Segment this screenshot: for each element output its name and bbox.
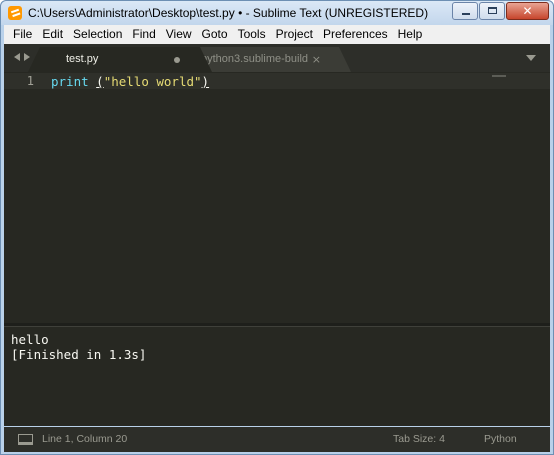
cursor-position[interactable]: Line 1, Column 20 — [42, 433, 127, 445]
menu-find[interactable]: Find — [127, 25, 160, 44]
menu-project[interactable]: Project — [271, 25, 318, 44]
status-bar: Line 1, Column 20 Tab Size: 4 Python — [4, 427, 550, 452]
menu-file[interactable]: File — [8, 25, 37, 44]
minimize-button[interactable] — [452, 2, 478, 20]
paren-token: ( — [96, 74, 104, 89]
panel-toggle-icon[interactable] — [18, 434, 33, 445]
minimize-icon — [462, 13, 470, 15]
tab-bar: python3.sublime-build × test.py — [4, 44, 550, 72]
minimap[interactable] — [492, 75, 506, 77]
string-token: "hello world" — [103, 74, 202, 89]
unsaved-dot-icon[interactable] — [174, 57, 180, 63]
tab-test-py[interactable]: test.py — [28, 47, 212, 72]
menu-bar: File Edit Selection Find View Goto Tools… — [4, 25, 550, 44]
menu-goto[interactable]: Goto — [197, 25, 233, 44]
tab-prev-icon[interactable] — [14, 53, 20, 61]
output-line: [Finished in 1.3s] — [11, 347, 147, 362]
tab-close-icon[interactable]: × — [312, 47, 321, 72]
menu-preferences[interactable]: Preferences — [318, 25, 393, 44]
sublime-text-icon — [8, 6, 22, 20]
menu-view[interactable]: View — [161, 25, 197, 44]
menu-selection[interactable]: Selection — [68, 25, 127, 44]
output-text: hello [Finished in 1.3s] — [11, 332, 146, 362]
paren-token: ) — [201, 74, 210, 89]
code-editor[interactable]: 1 print ("hello world") — [4, 72, 550, 323]
tab-size-indicator[interactable]: Tab Size: 4 — [393, 433, 445, 445]
menu-edit[interactable]: Edit — [37, 25, 68, 44]
sublime-window: C:\Users\Administrator\Desktop\test.py •… — [0, 0, 554, 455]
close-icon: ✕ — [522, 4, 533, 18]
build-output-panel[interactable]: hello [Finished in 1.3s] — [4, 326, 550, 426]
tab-label: python3.sublime-build — [201, 53, 309, 65]
title-bar[interactable]: C:\Users\Administrator\Desktop\test.py •… — [1, 1, 553, 25]
line-number: 1 — [26, 74, 34, 88]
maximize-icon — [488, 7, 497, 14]
output-line: hello — [11, 332, 49, 347]
close-button[interactable]: ✕ — [506, 2, 549, 20]
window-title: C:\Users\Administrator\Desktop\test.py •… — [28, 6, 429, 20]
window-controls: ✕ — [452, 2, 549, 20]
tab-label: test.py — [66, 53, 99, 65]
maximize-button[interactable] — [479, 2, 505, 20]
code-line[interactable]: print ("hello world") — [51, 74, 209, 89]
keyword-token: print — [51, 74, 89, 89]
line-gutter: 1 — [4, 72, 44, 323]
menu-tools[interactable]: Tools — [233, 25, 271, 44]
tab-list-dropdown-icon[interactable] — [526, 55, 536, 61]
syntax-indicator[interactable]: Python — [484, 433, 517, 445]
menu-help[interactable]: Help — [393, 25, 428, 44]
